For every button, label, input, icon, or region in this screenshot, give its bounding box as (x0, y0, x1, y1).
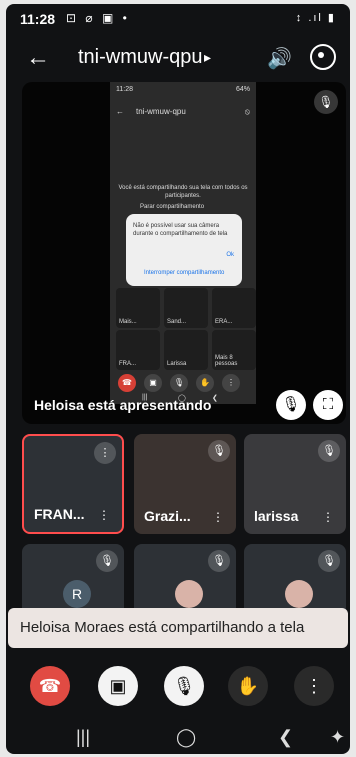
mini-status-bar: 11:28 64% (110, 82, 256, 100)
participant-tile-grazi[interactable]: 🎙 Grazi... ⋮ (134, 434, 236, 534)
presentation-panel: 11:28 64% ← tni-wmuw-qpu ⦸ Você está com… (22, 82, 346, 424)
mini-speaker-icon: ⦸ (244, 107, 250, 116)
mini-tile: Larissa (164, 330, 208, 370)
mini-hand-icon: ✋ (196, 374, 214, 392)
mini-mic-icon: 🎙 (170, 374, 188, 392)
camera-flip-icon[interactable] (310, 44, 336, 70)
more-options-button[interactable]: ⋮ (294, 666, 334, 706)
camera-toggle-button[interactable]: ▣ (98, 666, 138, 706)
call-controls: ☎ ▣ 🎙 ✋ ⋮ (6, 666, 350, 710)
accessibility-button[interactable]: ✦ (330, 727, 345, 748)
mini-dialog-message: Não é possível usar sua câmera durante o… (133, 223, 228, 237)
presentation-mic-icon[interactable]: 🎙 (314, 90, 338, 114)
top-bar: ← tni-wmuw-qpu ▸ 🔊 (6, 34, 350, 82)
participant-tile-larissa[interactable]: 🎙 larissa ⋮ (244, 434, 346, 534)
recent-apps-button[interactable]: ||| (76, 727, 90, 748)
status-right-icons: ↕ .ıl ▮ (295, 12, 336, 24)
back-arrow-icon[interactable]: ← (26, 44, 50, 72)
participant-name: larissa (254, 508, 299, 524)
avatar (285, 580, 313, 608)
mini-tile-label: Mais... (119, 319, 137, 325)
back-button[interactable]: ❮ (278, 727, 293, 748)
mic-off-icon: 🎙 (318, 550, 340, 572)
mic-off-icon: 🎙 (208, 550, 230, 572)
mini-dialog-ok: Ok (226, 252, 234, 258)
mini-dialog: Não é possível usar sua câmera durante o… (126, 214, 242, 286)
mini-tile-label: Mais 8 pessoas (215, 355, 238, 367)
participant-more-icon[interactable]: ⋮ (98, 508, 110, 522)
mini-top-bar: ← tni-wmuw-qpu ⦸ (110, 100, 256, 126)
mic-off-icon: 🎙 (96, 550, 118, 572)
mini-tile: Mais 8 pessoas (212, 330, 256, 370)
mini-title: tni-wmuw-qpu (136, 107, 186, 116)
speaking-indicator-icon: ⋮ (94, 442, 116, 464)
mini-more-icon: ⋮ (222, 374, 240, 392)
shared-screen-preview: 11:28 64% ← tni-wmuw-qpu ⦸ Você está com… (110, 82, 256, 404)
speaker-icon[interactable]: 🔊 (267, 46, 292, 71)
mini-stop-share: Parar compartilhamento (140, 204, 205, 210)
mini-tile-label: ERA... (215, 319, 233, 325)
mini-tile-label: Larissa (167, 361, 187, 367)
home-button[interactable]: ◯ (176, 727, 196, 748)
sharing-toast: Heloisa Moraes está compartilhando a tel… (8, 608, 348, 648)
raise-hand-button[interactable]: ✋ (228, 666, 268, 706)
raise-hand-icon: ✋ (236, 676, 260, 696)
more-icon: ⋮ (305, 676, 323, 696)
fullscreen-icon[interactable]: ⛶ (313, 390, 343, 420)
participant-more-icon[interactable]: ⋮ (212, 510, 224, 524)
participant-more-icon[interactable]: ⋮ (322, 510, 334, 524)
system-nav-bar: ||| ◯ ❮ ✦ (6, 722, 350, 754)
mini-tile: Sand... (164, 288, 208, 328)
mini-back-nav-icon: ❮ (212, 395, 218, 402)
presenting-label: Heloisa está apresentando (34, 397, 212, 413)
meeting-code-title[interactable]: tni-wmuw-qpu (78, 46, 202, 69)
phone-screen: 11:28 ⊡ ⌀ ▣ • ↕ .ıl ▮ ← tni-wmuw-qpu ▸ 🔊… (6, 4, 350, 754)
mic-off-icon: 🎙 (208, 440, 230, 462)
mini-tile: ERA... (212, 288, 256, 328)
mic-off-icon: 🎙 (318, 440, 340, 462)
status-left-icons: ⊡ ⌀ ▣ • (66, 11, 130, 25)
mini-tile: FRA... (116, 330, 160, 370)
mini-dialog-interrupt: Interromper compartilhamento (144, 270, 225, 276)
mini-tile-label: FRA... (119, 361, 137, 367)
mic-off-icon: 🎙 (172, 676, 196, 696)
end-call-icon: ☎ (38, 676, 62, 696)
camera-off-icon: ▣ (109, 676, 127, 696)
status-time: 11:28 (20, 11, 56, 27)
mini-share-note: Você está compartilhando sua tela com to… (118, 185, 248, 199)
mini-camera-icon: ▣ (144, 374, 162, 392)
mini-tile-label: Sand... (167, 319, 187, 325)
mini-tile: Mais... (116, 288, 160, 328)
mini-back-icon: ← (116, 107, 124, 116)
participant-name: Grazi... (144, 508, 191, 524)
participant-name: FRAN... (34, 506, 85, 522)
caret-icon[interactable]: ▸ (204, 49, 211, 66)
mic-toggle-button[interactable]: 🎙 (164, 666, 204, 706)
presentation-mute-icon[interactable]: 🎙 (276, 390, 306, 420)
avatar (175, 580, 203, 608)
mini-time: 11:28 (116, 86, 133, 93)
participant-tile-fran[interactable]: ⋮ FRAN... ⋮ (22, 434, 124, 534)
avatar: R (63, 580, 91, 608)
status-bar: 11:28 ⊡ ⌀ ▣ • ↕ .ıl ▮ (6, 4, 350, 34)
mini-controls: ☎ ▣ 🎙 ✋ ⋮ (110, 374, 256, 394)
mini-end-call-icon: ☎ (118, 374, 136, 392)
mini-battery: 64% (235, 86, 250, 93)
end-call-button[interactable]: ☎ (30, 666, 70, 706)
